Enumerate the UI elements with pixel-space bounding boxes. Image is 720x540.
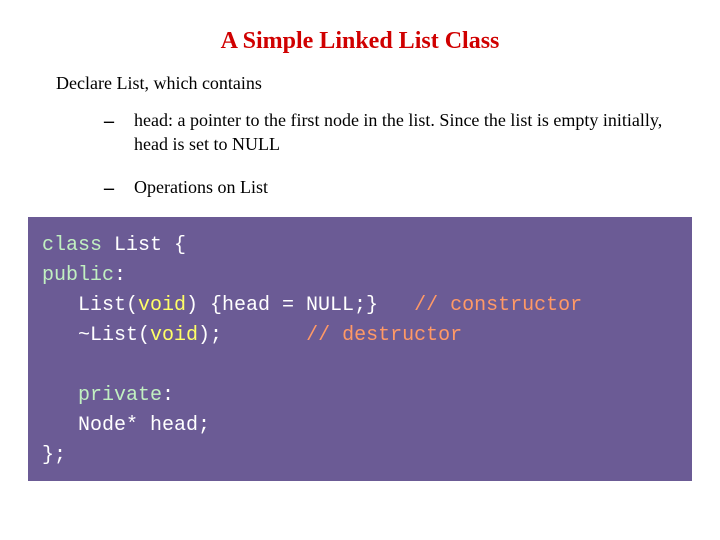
list-item: head: a pointer to the first node in the… (104, 108, 688, 157)
code-text: ) {head = NULL;} (186, 294, 414, 317)
code-text: ~List( (42, 324, 150, 347)
code-keyword: class (42, 234, 102, 257)
code-text: }; (42, 444, 66, 467)
code-text: List { (102, 234, 186, 257)
code-block: class List { public: List(void) {head = … (28, 217, 692, 481)
code-keyword: private (42, 384, 162, 407)
code-text: : (162, 384, 174, 407)
code-keyword: public (42, 264, 114, 287)
slide-title: A Simple Linked List Class (32, 28, 688, 55)
code-void: void (138, 294, 186, 317)
code-void: void (150, 324, 198, 347)
slide: A Simple Linked List Class Declare List,… (0, 0, 720, 540)
code-text: : (114, 264, 126, 287)
code-text: List( (42, 294, 138, 317)
code-text: ); (198, 324, 306, 347)
bullet-list: head: a pointer to the first node in the… (104, 108, 688, 199)
list-item: Operations on List (104, 175, 688, 199)
code-comment: // constructor (414, 294, 582, 317)
lead-text: Declare List, which contains (56, 73, 688, 94)
code-text: Node* head; (42, 414, 210, 437)
code-comment: // destructor (306, 324, 462, 347)
